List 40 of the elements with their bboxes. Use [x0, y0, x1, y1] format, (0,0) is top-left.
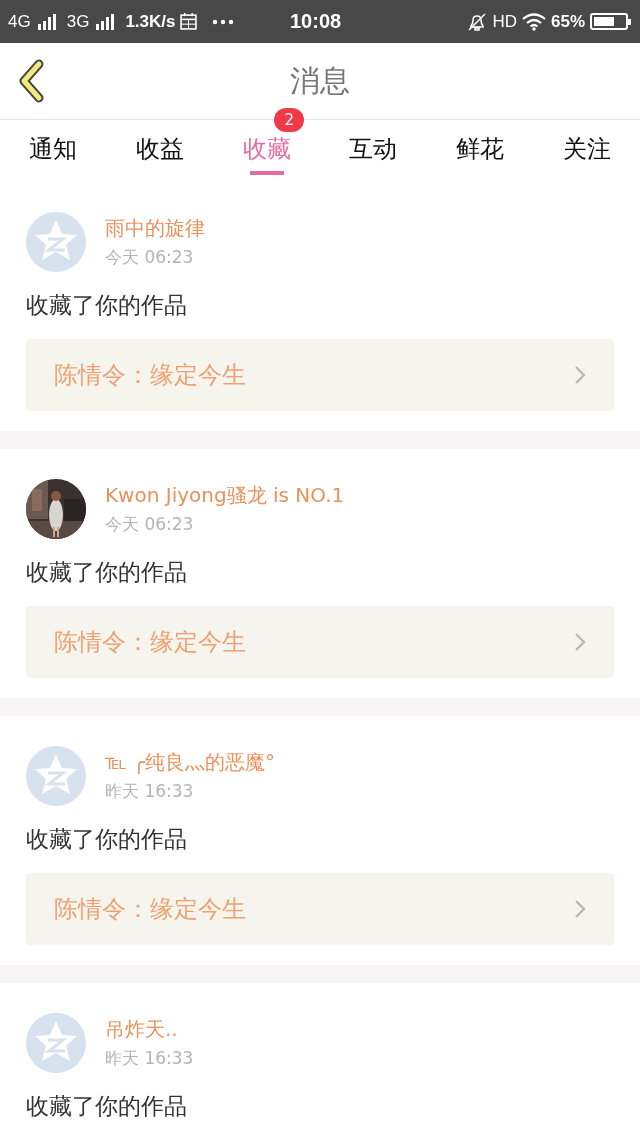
network-label: 3G	[66, 11, 90, 32]
message-text: 收藏了你的作品	[26, 1092, 188, 1121]
battery-percent: 65%	[550, 11, 585, 32]
timestamp: 昨天 16:33	[105, 780, 195, 803]
chevron-right-icon	[574, 632, 586, 652]
default-avatar-icon	[26, 746, 86, 806]
wifi-icon	[521, 12, 546, 31]
chevron-right-icon	[574, 899, 586, 919]
signal-icon	[35, 13, 58, 30]
battery-icon	[590, 13, 628, 30]
message-text: 收藏了你的作品	[26, 825, 188, 854]
default-avatar-icon	[26, 1013, 86, 1073]
tab[interactable]: 收益	[132, 123, 188, 179]
default-avatar-icon	[26, 212, 86, 272]
tab[interactable]: 关注	[558, 123, 615, 179]
network-speed: 1.3K/s	[125, 11, 176, 32]
timestamp: 今天 06:23	[105, 246, 195, 269]
user-name[interactable]: ℡ ╭纯良灬的恶魔°	[105, 749, 275, 776]
clock: 10:08	[290, 10, 342, 33]
user-name[interactable]: 吊炸天..	[105, 1016, 194, 1043]
work-link[interactable]: 陈情令：缘定今生	[26, 873, 614, 945]
user-name[interactable]: Kwon Jiyong骚龙 is NO.1	[105, 482, 345, 509]
timestamp: 昨天 16:33	[105, 1047, 194, 1070]
user-name[interactable]: 雨中的旋律	[105, 215, 205, 242]
timestamp: 今天 06:23	[105, 513, 195, 536]
work-link[interactable]: 陈情令：缘定今生	[26, 339, 614, 411]
tab[interactable]: 通知	[25, 123, 82, 179]
signal-icon	[94, 13, 117, 30]
hd-label: HD	[492, 11, 517, 32]
mute-bell-icon	[467, 11, 488, 32]
tab[interactable]: 鲜花	[452, 123, 508, 179]
work-link[interactable]: 陈情令：缘定今生	[26, 606, 614, 678]
message-text: 收藏了你的作品	[26, 291, 188, 320]
calendar-icon	[180, 13, 198, 30]
more-icon	[212, 18, 235, 25]
tab[interactable]: 互动	[345, 123, 402, 179]
chevron-right-icon	[574, 365, 586, 385]
network-label: 4G	[8, 11, 31, 32]
page-title: 消息	[290, 61, 350, 100]
message-text: 收藏了你的作品	[26, 558, 188, 587]
